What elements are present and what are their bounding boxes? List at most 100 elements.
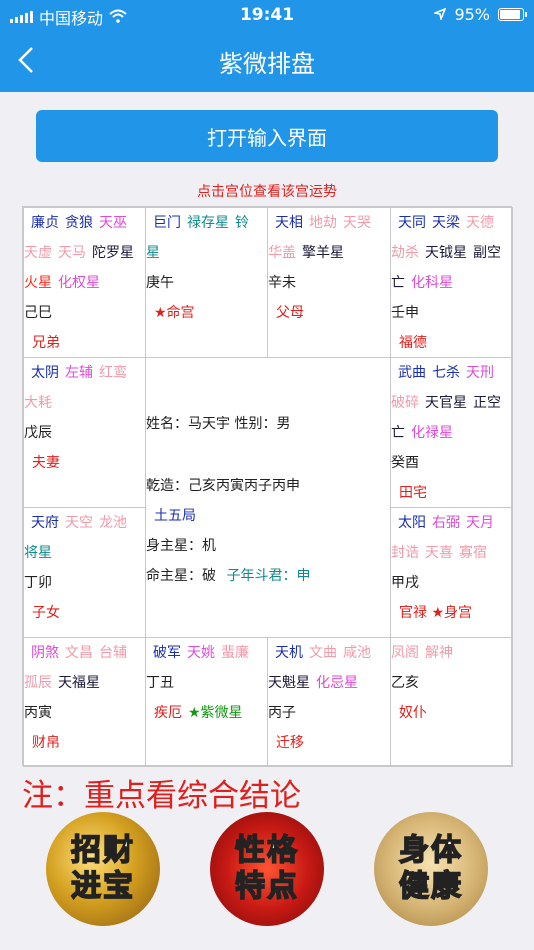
year-lord-label: 子年斗君：申 [226, 568, 311, 584]
star-label: 华盖 [268, 245, 296, 261]
star-label: 铃 [235, 215, 249, 231]
location-arrow-icon [432, 5, 447, 24]
palace-name: ★命宫 [146, 298, 267, 328]
star-label: 破军 [153, 645, 181, 661]
star-label: 天魁星 [268, 675, 310, 691]
star-label: 太阳 [398, 515, 426, 531]
page-title: 紫微排盘 [219, 50, 315, 78]
star-label: 副空 [473, 245, 501, 261]
star-label: 左辅 [65, 365, 93, 381]
palace-name: 田宅 [391, 478, 512, 507]
nav-bar: 紫微排盘 [0, 30, 534, 92]
star-label: 太阴 [31, 365, 59, 381]
star-label: 擎羊星 [302, 245, 344, 261]
palace-wealth[interactable]: 阴煞 文昌 台辅 孤辰 天福星 丙寅 财帛 [23, 637, 146, 767]
star-row: 天魁星 化忌星 [268, 668, 390, 698]
health-button-line1: 身体 [398, 832, 463, 869]
wealth-button-line1: 招财 [70, 832, 135, 869]
stem-branch: 戊辰 [24, 425, 52, 441]
open-input-button[interactable]: 打开输入界面 [36, 110, 498, 162]
wealth-button[interactable]: 招财 进宝 [46, 812, 160, 926]
star-label: 劫杀 [391, 245, 419, 261]
body-star-line: 身主星：机 [146, 538, 216, 554]
palace-spouse[interactable]: 太阴 左辅 红鸾 大耗 戊辰 夫妻 [23, 357, 146, 508]
star-label: 大耗 [24, 395, 52, 411]
palace-extra-star: ★紫微星 [188, 705, 243, 721]
star-label: 龙池 [99, 515, 127, 531]
palace-name: 疾厄 ★紫微星 [146, 698, 267, 728]
palace-name-text: 田宅 [399, 485, 427, 501]
star-label: 解神 [425, 645, 453, 661]
palace-property[interactable]: 武曲 七杀 天刑 破碎 天官星 正空亡化禄星 癸酉 田宅 [390, 357, 513, 508]
health-button[interactable]: 身体 健康 [374, 812, 488, 926]
star-label: 天钺星 [425, 245, 467, 261]
name-gender-line: 姓名：马天宇 性别：男 [146, 416, 291, 432]
palace-career[interactable]: 太阳 右弼 天月 封诰 天喜 寡宿 甲戌 官禄 ★身宫 [390, 507, 513, 638]
star-label: 咸池 [343, 645, 371, 661]
star-label: 天空 [65, 515, 93, 531]
star-row: 天府 天空 龙池 [24, 508, 145, 538]
star-label: 天府 [31, 515, 59, 531]
star-label: 天姚 [187, 645, 215, 661]
star-label: 右弼 [432, 515, 460, 531]
star-label: 化忌星 [316, 675, 358, 691]
stem-branch: 己巳 [24, 305, 52, 321]
palace-name: 官禄 ★身宫 [391, 598, 512, 628]
star-label: 天同 [398, 215, 426, 231]
star-label: 孤辰 [24, 675, 52, 691]
stem-branch: 辛未 [268, 275, 296, 291]
stem-branch: 丁丑 [146, 675, 174, 691]
palace-children[interactable]: 天府 天空 龙池 将星 丁卯 子女 [23, 507, 146, 638]
star-row: 大耗 [24, 388, 145, 418]
star-label: 禄存星 [187, 215, 229, 231]
star-label: 凤阁 [391, 645, 419, 661]
stem-branch: 丙子 [268, 705, 296, 721]
star-row: 亡化禄星 [391, 418, 512, 448]
chart-center-info: 姓名：马天宇 性别：男 乾造：己亥丙寅丙子丙申 土五局 身主星：机 命主星：破 … [146, 358, 391, 637]
star-row: 孤辰 天福星 [24, 668, 145, 698]
palace-name: 福德 [391, 328, 512, 357]
star-label: 天梁 [432, 215, 460, 231]
star-label: 天马 [58, 245, 86, 261]
palace-siblings[interactable]: 廉贞 贪狼 天巫 天虚 天马 陀罗星 火星 化权星 己巳 兄弟 [23, 207, 146, 358]
star-row: 破军 天姚 蜚廉 [146, 638, 267, 668]
status-right: 95% [432, 5, 527, 24]
palace-friends[interactable]: 凤阁 解神 乙亥 奴仆 [390, 637, 513, 767]
star-label: 化禄星 [411, 425, 453, 441]
star-label: 火星 [24, 275, 52, 291]
star-label: 七杀 [432, 365, 460, 381]
stem-branch: 壬申 [391, 305, 419, 321]
life-star-label: 命主星：破 [146, 568, 216, 584]
palace-parents[interactable]: 天相 地劫 天哭 华盖 擎羊星 辛未 父母 [267, 207, 391, 358]
palace-travel[interactable]: 天机 文曲 咸池 天魁星 化忌星 丙子 迁移 [267, 637, 391, 767]
hint-text: 点击宫位查看该宫运势 [197, 184, 337, 200]
star-row: 亡化科星 [391, 268, 512, 298]
palace-health[interactable]: 破军 天姚 蜚廉丁丑疾厄 ★紫微星 [145, 637, 268, 767]
palace-name-text: 子女 [32, 605, 60, 621]
star-label: 星 [146, 245, 160, 261]
stem-branch: 甲戌 [391, 575, 419, 591]
star-row: 封诰 天喜 寡宿 [391, 538, 512, 568]
star-label: 天机 [275, 645, 303, 661]
star-row: 武曲 七杀 天刑 [391, 358, 512, 388]
palace-life[interactable]: 巨门 禄存星铃星庚午 ★命宫 [145, 207, 268, 358]
star-label: 天相 [275, 215, 303, 231]
palace-name: 财帛 [24, 728, 145, 758]
stem-branch: 乙亥 [391, 675, 419, 691]
star-label: 文昌 [65, 645, 93, 661]
star-row: 天相 地劫 天哭 [268, 208, 390, 238]
personality-button-line1: 性格 [234, 832, 299, 869]
star-row: 巨门 禄存星铃 [146, 208, 267, 238]
star-label: 亡 [391, 425, 405, 441]
star-row: 劫杀 天钺星 副空 [391, 238, 512, 268]
palace-name: 迁移 [268, 728, 390, 758]
palace-fortune[interactable]: 天同 天梁 天德 劫杀 天钺星 副空亡化科星 壬申 福德 [390, 207, 513, 358]
star-row: 火星 化权星 [24, 268, 145, 298]
star-label: 蜚廉 [221, 645, 249, 661]
star-row: 将星 [24, 538, 145, 568]
palace-name-text: 福德 [399, 335, 427, 351]
personality-button[interactable]: 性格 特点 [210, 812, 324, 926]
stem-branch: 丁卯 [24, 575, 52, 591]
palace-name: 夫妻 [24, 448, 145, 478]
stem-branch: 丙寅 [24, 705, 52, 721]
